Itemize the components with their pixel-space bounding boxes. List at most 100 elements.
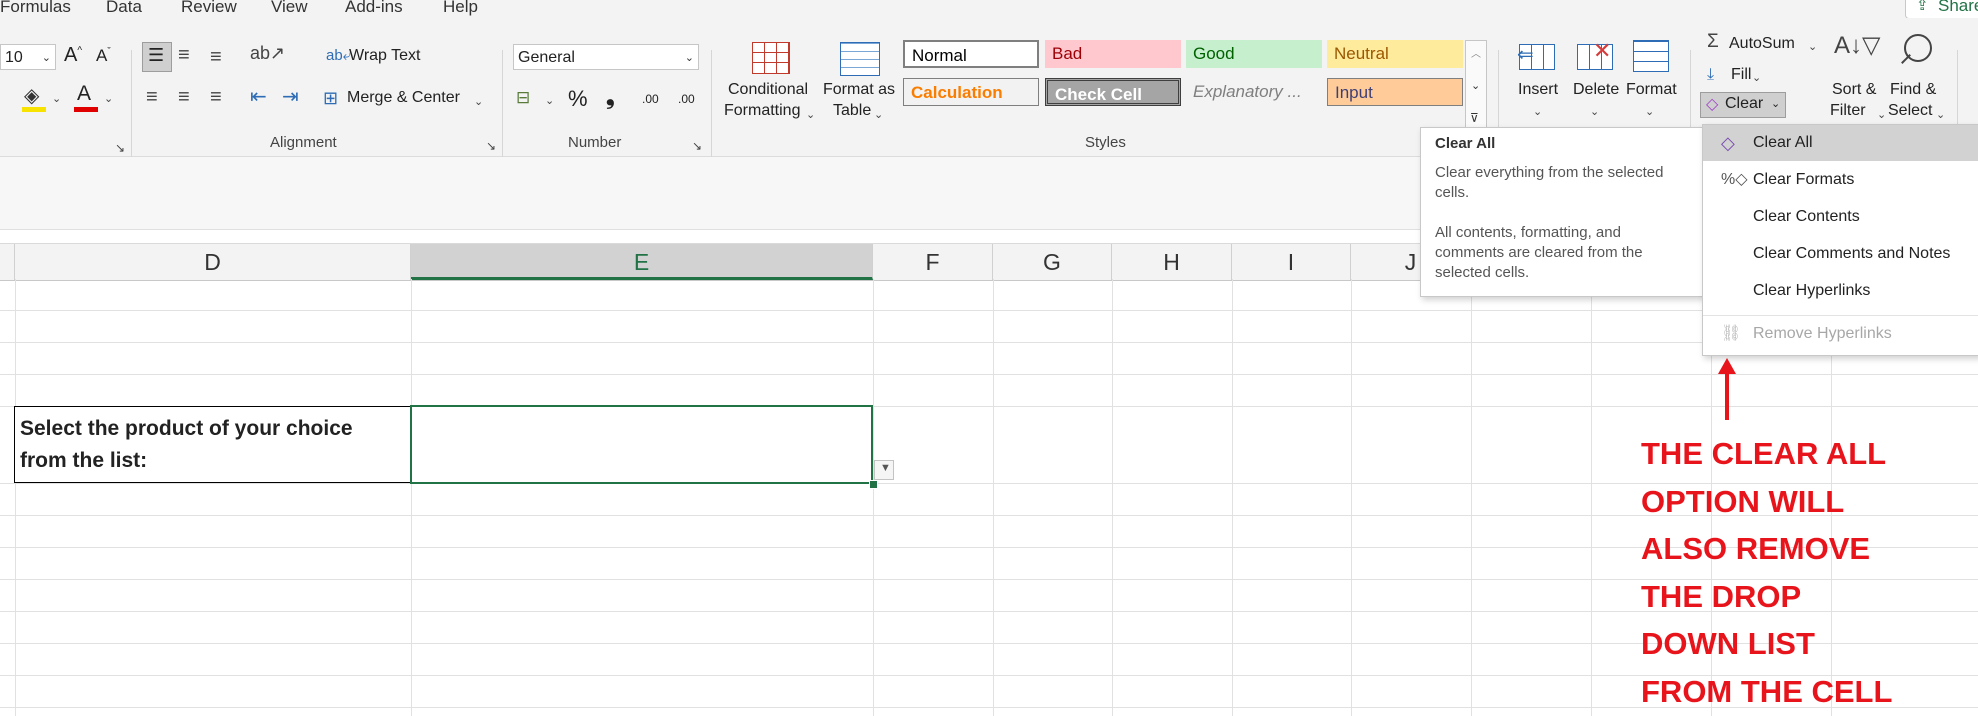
menu-clear-formats[interactable]: %◇ Clear Formats (1703, 162, 1978, 198)
menu-review[interactable]: Review (181, 0, 237, 17)
col-line (1591, 279, 1592, 716)
tooltip-line: selected cells. (1435, 264, 1530, 281)
annotation-arrow-head-icon (1718, 358, 1736, 374)
orientation-icon[interactable]: ab↗ (250, 43, 285, 63)
style-check-cell[interactable]: Check Cell (1045, 78, 1181, 106)
style-input[interactable]: Input (1327, 78, 1463, 106)
menu-clear-all[interactable]: ◇ Clear All (1703, 125, 1978, 161)
number-format-value: General (518, 49, 575, 66)
menu-clear-comments-notes[interactable]: Clear Comments and Notes (1703, 236, 1978, 272)
font-size-select[interactable]: 10 ⌄ (0, 44, 56, 70)
dropdown-arrow-button[interactable]: ▼ (874, 460, 894, 480)
fill-handle[interactable] (869, 480, 878, 489)
chevron-down-icon[interactable]: ⌄ (1645, 102, 1654, 122)
share-icon: ⇪ (1916, 0, 1929, 14)
clear-button[interactable]: ◇ Clear ⌄ (1700, 92, 1786, 118)
row-line (0, 342, 1978, 343)
number-dialog-launcher-icon[interactable]: ↘ (692, 136, 702, 156)
tooltip-line: cells. (1435, 184, 1470, 201)
increase-font-icon[interactable]: A^ (64, 44, 82, 67)
fill-button[interactable]: Fill (1731, 66, 1751, 84)
accounting-format-icon[interactable]: ⊟ (516, 88, 530, 108)
styles-gallery-scroll[interactable]: ︿ ⌄ ⊽ (1465, 40, 1487, 138)
align-left-icon[interactable]: ≡ (146, 87, 158, 107)
comma-style-button[interactable]: ❟ (606, 84, 615, 110)
sort-filter-button[interactable]: Sort & (1832, 81, 1876, 99)
decrease-decimal-button[interactable]: .00 (678, 92, 695, 106)
decrease-indent-icon[interactable]: ⇤ (250, 87, 267, 107)
column-header-d[interactable]: D (15, 244, 411, 280)
col-line (15, 279, 16, 716)
number-format-select[interactable]: General ⌄ (513, 44, 699, 70)
insert-button[interactable]: Insert (1518, 81, 1558, 99)
conditional-formatting-button[interactable]: Conditional (728, 81, 808, 99)
col-line (1112, 279, 1113, 716)
increase-indent-icon[interactable]: ⇥ (282, 87, 299, 107)
autosum-button[interactable]: AutoSum (1729, 35, 1795, 53)
chevron-up-icon[interactable]: ︿ (1471, 45, 1481, 60)
align-bottom-icon[interactable]: ≡ (210, 47, 222, 67)
chevron-down-icon[interactable]: ⌄ (1471, 79, 1480, 92)
menu-clear-contents[interactable]: Clear Contents (1703, 199, 1978, 235)
menu-clear-hyperlinks[interactable]: Clear Hyperlinks (1703, 273, 1978, 309)
menu-data[interactable]: Data (106, 0, 142, 17)
tooltip-line: Clear everything from the selected (1435, 164, 1664, 181)
wrap-text-button[interactable]: Wrap Text (349, 47, 420, 65)
style-explanatory[interactable]: Explanatory ... (1186, 78, 1322, 106)
clear-all-tooltip: Clear All Clear everything from the sele… (1420, 127, 1704, 297)
divider (131, 50, 132, 165)
annotation-line: OPTION WILL (1641, 483, 1845, 519)
font-dialog-launcher-icon[interactable]: ↘ (115, 138, 125, 158)
column-header-g[interactable]: G (993, 244, 1112, 280)
align-right-icon[interactable]: ≡ (210, 87, 222, 107)
label-line-1: Select the product of your choice (20, 417, 353, 440)
menu-view[interactable]: View (271, 0, 308, 17)
format-as-table-button[interactable]: Format as (823, 81, 895, 99)
more-styles-icon[interactable]: ⊽ (1470, 111, 1479, 125)
menu-addins[interactable]: Add-ins (345, 0, 403, 17)
sort-filter-icon: A↓▽ (1834, 32, 1881, 59)
remove-link-icon: ⛓ (1721, 325, 1742, 342)
format-button[interactable]: Format (1626, 81, 1677, 99)
percent-style-button[interactable]: % (568, 86, 588, 112)
font-color-icon[interactable]: A (77, 83, 91, 104)
menu-formulas[interactable]: Formulas (0, 0, 71, 17)
menu-label: Clear All (1753, 134, 1813, 151)
chevron-down-icon[interactable]: ⌄ (1752, 68, 1761, 88)
column-header-e[interactable]: E (411, 244, 873, 280)
chevron-down-icon[interactable]: ⌄ (545, 91, 554, 111)
chevron-down-icon[interactable]: ⌄ (104, 89, 113, 109)
number-group-label: Number (568, 134, 622, 151)
column-header-h[interactable]: H (1112, 244, 1232, 280)
label-cell-d[interactable]: Select the product of your choice from t… (14, 406, 411, 483)
style-normal[interactable]: Normal (903, 40, 1039, 68)
selected-cell-e[interactable] (410, 405, 873, 484)
find-select-button[interactable]: Find & (1890, 81, 1936, 99)
share-button[interactable]: ⇪ Share (1905, 0, 1978, 19)
style-calculation[interactable]: Calculation (903, 78, 1039, 106)
increase-decimal-button[interactable]: .00 (642, 92, 659, 106)
alignment-dialog-launcher-icon[interactable]: ↘ (486, 136, 496, 156)
row-line (0, 374, 1978, 375)
chevron-down-icon[interactable]: ⌄ (1808, 37, 1817, 57)
style-bad[interactable]: Bad (1045, 40, 1181, 68)
menu-help[interactable]: Help (443, 0, 478, 17)
chevron-down-icon[interactable]: ⌄ (1590, 102, 1599, 122)
chevron-down-icon[interactable]: ⌄ (474, 92, 483, 112)
chevron-down-icon[interactable]: ⌄ (52, 89, 61, 109)
chevron-down-icon[interactable]: ⌄ (1533, 102, 1542, 122)
style-good[interactable]: Good (1186, 40, 1322, 68)
align-center-icon[interactable]: ≡ (178, 87, 190, 107)
align-top-button[interactable]: ☰ (142, 42, 172, 72)
column-header-i[interactable]: I (1232, 244, 1351, 280)
merge-center-button[interactable]: Merge & Center (347, 89, 460, 107)
column-header-edge[interactable] (0, 244, 15, 280)
delete-button[interactable]: Delete (1573, 81, 1619, 99)
col-line (1471, 279, 1472, 716)
column-header-f[interactable]: F (873, 244, 993, 280)
decrease-font-icon[interactable]: Aˇ (96, 46, 111, 66)
annotation-line: THE CLEAR ALL (1641, 436, 1887, 471)
align-middle-icon[interactable]: ≡ (178, 45, 190, 65)
style-neutral[interactable]: Neutral (1327, 40, 1463, 68)
fill-color-icon[interactable]: ◈ (24, 86, 39, 106)
